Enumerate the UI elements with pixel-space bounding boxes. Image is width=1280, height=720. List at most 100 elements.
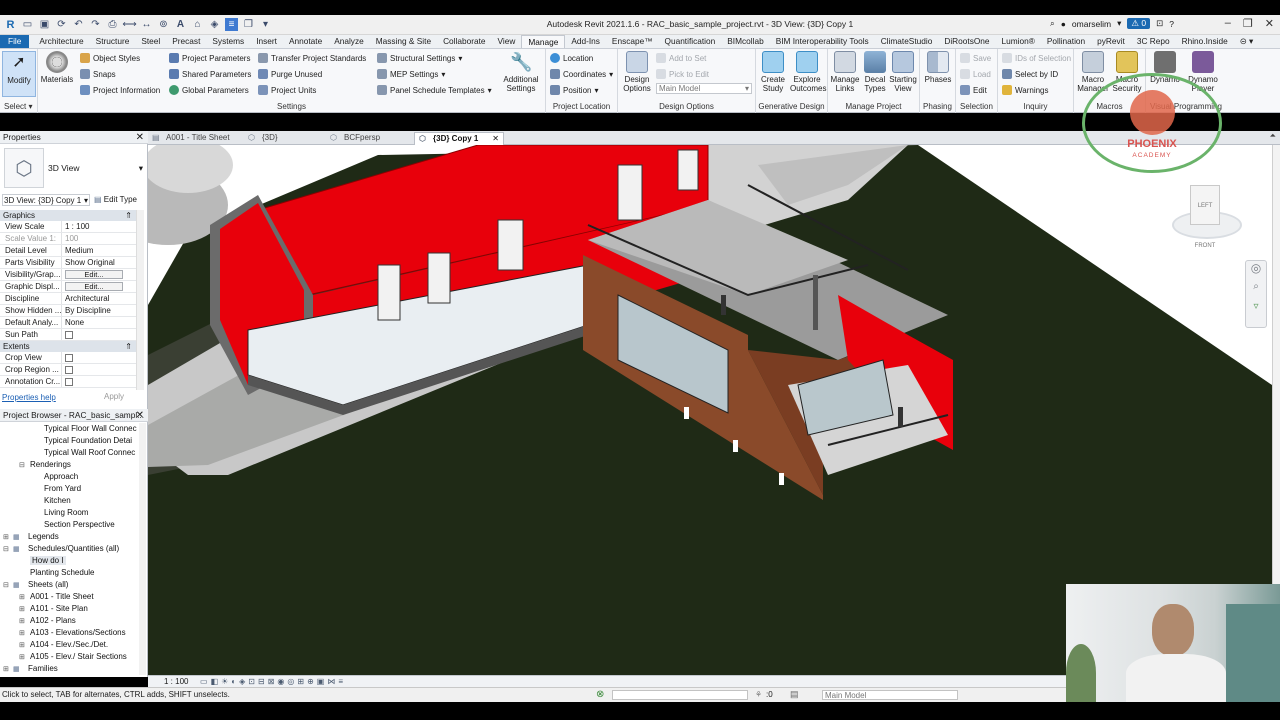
property-value[interactable] [62, 364, 136, 375]
text-icon[interactable]: A [174, 18, 187, 31]
ribbon-tab-steel[interactable]: Steel [135, 35, 166, 48]
binoculars-icon[interactable]: ⌕ [1050, 18, 1055, 29]
property-row[interactable]: Default Analy... None [0, 317, 136, 329]
property-group-header[interactable]: Graphics ⇑ [0, 210, 136, 221]
ribbon-tab-add-ins[interactable]: Add-Ins [565, 35, 606, 48]
ribbon-tab-annotate[interactable]: Annotate [283, 35, 328, 48]
additional-settings-button[interactable]: 🔧 Additional Settings [500, 51, 542, 93]
tag-icon[interactable]: ⊚ [157, 18, 170, 31]
user-name[interactable]: omarselim [1072, 19, 1111, 29]
analytical-icon[interactable]: ⊕ [307, 677, 314, 686]
location-button[interactable]: Location [550, 53, 593, 63]
type-selector[interactable]: 3D View ▾ [48, 148, 146, 188]
edit-selection-button[interactable]: Edit [960, 85, 987, 95]
view-scale[interactable]: 1 : 100 [164, 676, 188, 687]
ribbon-tab-massing-site[interactable]: Massing & Site [370, 35, 437, 48]
ribbon-tab-manage[interactable]: Manage [521, 35, 566, 48]
browser-item[interactable]: Families [28, 664, 58, 673]
ids-of-selection-button[interactable]: IDs of Selection [1002, 53, 1071, 63]
property-group-header[interactable]: Extents ⇑ [0, 341, 136, 352]
checkbox[interactable] [65, 331, 73, 339]
editing-requests-icon[interactable]: ▤ [790, 689, 799, 700]
edit-button[interactable]: Edit... [65, 270, 123, 279]
global-parameters-button[interactable]: Global Parameters [169, 85, 249, 95]
checkbox[interactable] [65, 366, 73, 374]
zoom-icon[interactable]: ⌕ [1246, 281, 1266, 301]
collapse-icon[interactable]: ⊟ [3, 581, 9, 589]
property-row[interactable]: Annotation Cr... [0, 376, 136, 388]
property-row[interactable]: Crop Region ... [0, 364, 136, 376]
expand-icon[interactable]: ⊞ [19, 641, 25, 649]
project-units-button[interactable]: Project Units [258, 85, 316, 95]
expand-icon[interactable]: ⊞ [3, 533, 9, 541]
ribbon-tab-pyrevit[interactable]: pyRevit [1091, 35, 1131, 48]
structural-settings-button[interactable]: Structural Settings ▾ [377, 53, 462, 63]
expand-icon[interactable]: ⊞ [19, 653, 25, 661]
browser-item[interactable]: Section Perspective [44, 520, 115, 529]
cart-icon[interactable]: ⊡ [1156, 18, 1163, 29]
object-styles-button[interactable]: Object Styles [80, 53, 140, 63]
warnings-button[interactable]: Warnings [1002, 85, 1049, 95]
browser-item[interactable]: Schedules/Quantities (all) [28, 544, 119, 553]
property-row[interactable]: Show Hidden ... By Discipline [0, 305, 136, 317]
close-icon[interactable]: ✕ [136, 131, 144, 144]
save-icon[interactable]: ▣ [38, 18, 51, 31]
print-icon[interactable]: ⎙ [106, 18, 119, 31]
browser-item[interactable]: A105 - Elev./ Stair Sections [30, 652, 127, 661]
materials-button[interactable]: Materials [40, 51, 74, 84]
property-row[interactable]: Graphic Displ... Edit... [0, 281, 136, 293]
close-icon[interactable]: ✕ [492, 133, 499, 145]
browser-item[interactable]: Planting Schedule [30, 568, 95, 577]
ribbon-tab-analyze[interactable]: Analyze [328, 35, 370, 48]
browser-item[interactable]: A001 - Title Sheet [30, 592, 94, 601]
3d-view-icon[interactable]: ⌂ [191, 18, 204, 31]
property-row[interactable]: Scale Value 1: 100 [0, 233, 136, 245]
crop-icon[interactable]: ⊡ [248, 677, 255, 686]
add-to-set-button[interactable]: Add to Set [656, 53, 706, 63]
expand-icon[interactable]: ⊞ [19, 605, 25, 613]
phases-button[interactable]: Phases [921, 51, 955, 84]
viewcube-face[interactable]: LEFT FRONT [1190, 185, 1220, 249]
browser-item[interactable]: Typical Wall Roof Connec [44, 448, 135, 457]
ribbon-tab-quantification[interactable]: Quantification [659, 35, 722, 48]
browser-scrollbar[interactable] [139, 423, 146, 675]
ribbon-tab-architecture[interactable]: Architecture [33, 35, 89, 48]
switch-windows-icon[interactable]: ❐ [242, 18, 255, 31]
ribbon-tab-precast[interactable]: Precast [166, 35, 206, 48]
collapse-icon[interactable]: ⇑ [125, 341, 132, 352]
load-selection-button[interactable]: Load [960, 69, 991, 79]
view-tab[interactable]: ⬡ {3D} Copy 1 ✕ [414, 132, 504, 145]
expand-icon[interactable]: ⊞ [19, 617, 25, 625]
create-study-button[interactable]: Create Study [756, 51, 790, 93]
design-options-button[interactable]: Design Options [620, 51, 654, 93]
property-row[interactable]: Detail Level Medium [0, 245, 136, 257]
browser-item[interactable]: A102 - Plans [30, 616, 76, 625]
user-icon[interactable]: ● [1061, 19, 1066, 29]
checkbox[interactable] [65, 354, 73, 362]
browser-item[interactable]: Kitchen [44, 496, 71, 505]
project-information-button[interactable]: Project Information [80, 85, 160, 95]
property-row[interactable]: View Scale 1 : 100 [0, 221, 136, 233]
property-value[interactable]: Architectural [62, 293, 136, 304]
chevron-down-icon[interactable]: ▾ [1117, 18, 1121, 29]
show-crop-icon[interactable]: ⊟ [258, 677, 265, 686]
undo-icon[interactable]: ↶ [72, 18, 85, 31]
tab-overflow-icon[interactable]: ⏶ [1270, 131, 1276, 141]
ribbon-tab-insert[interactable]: Insert [250, 35, 283, 48]
collapse-icon[interactable]: ⊟ [3, 545, 9, 553]
property-value[interactable]: Medium [62, 245, 136, 256]
zoom-region-icon[interactable]: ▿ [1246, 301, 1266, 321]
ribbon-tab-climatestudio[interactable]: ClimateStudio [875, 35, 939, 48]
position-button[interactable]: Position ▾ [550, 85, 598, 95]
coordinates-button[interactable]: Coordinates ▾ [550, 69, 613, 79]
browser-item[interactable]: A103 - Elevations/Sections [30, 628, 126, 637]
ribbon-tab-rhino-inside[interactable]: Rhino.Inside [1176, 35, 1234, 48]
collapse-icon[interactable]: ⇑ [125, 210, 132, 221]
browser-item[interactable]: Typical Foundation Detai [44, 436, 132, 445]
properties-scrollbar[interactable] [136, 210, 144, 390]
notification-badge[interactable]: ⚠ 0 [1127, 18, 1151, 29]
select-by-id-button[interactable]: Select by ID [1002, 69, 1058, 79]
browser-item[interactable]: Legends [28, 532, 59, 541]
view-tab[interactable]: ⬡ {3D} [244, 132, 324, 145]
starting-view-button[interactable]: Starting View [886, 51, 920, 93]
